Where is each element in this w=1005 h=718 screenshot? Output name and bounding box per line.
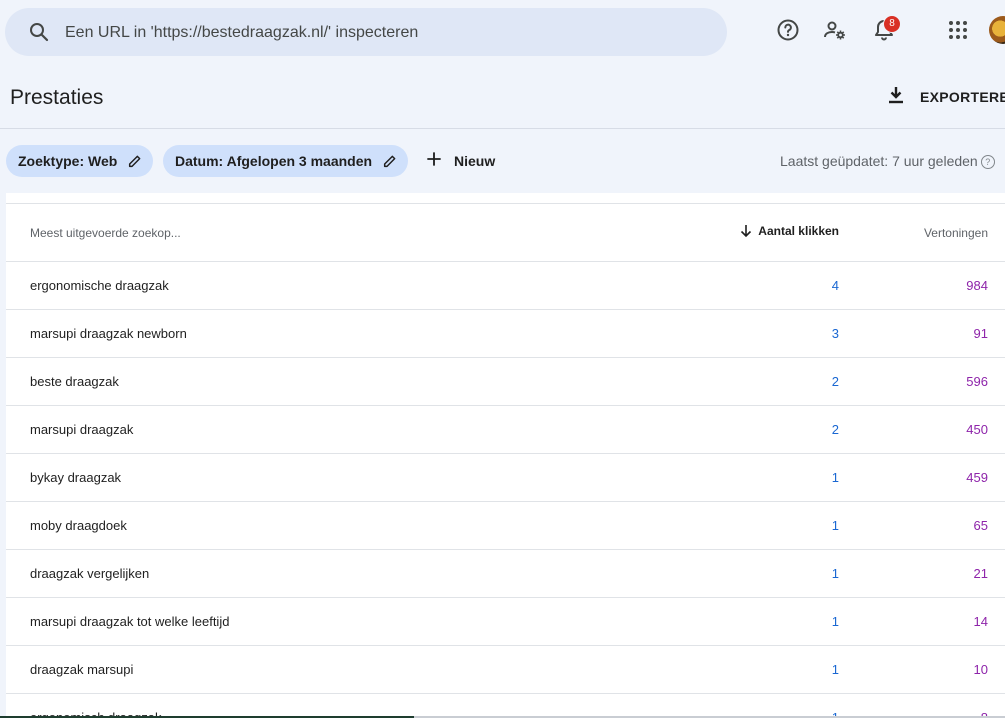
search-icon xyxy=(27,20,51,49)
filter-chip-search-type[interactable]: Zoektype: Web xyxy=(6,145,154,177)
table-row[interactable]: bykay draagzak 1 459 xyxy=(6,454,1005,502)
column-header-query[interactable]: Meest uitgevoerde zoekop... xyxy=(30,226,181,240)
impressions-cell: 14 xyxy=(973,614,988,629)
query-cell: moby draagdoek xyxy=(30,518,127,533)
table-row[interactable]: draagzak marsupi 1 10 xyxy=(6,646,1005,694)
query-cell: bykay draagzak xyxy=(30,470,122,485)
plus-icon xyxy=(424,149,444,174)
table-row[interactable]: draagzak vergelijken 1 21 xyxy=(6,550,1005,598)
table-row[interactable]: moby draagdoek 1 65 xyxy=(6,502,1005,550)
chip-label: Datum: Afgelopen 3 maanden xyxy=(175,153,373,169)
query-cell: ergonomische draagzak xyxy=(30,278,169,293)
new-filter-button[interactable]: Nieuw xyxy=(424,149,495,173)
new-filter-label: Nieuw xyxy=(454,153,496,169)
query-cell: draagzak vergelijken xyxy=(30,566,150,581)
edit-pencil-icon[interactable] xyxy=(127,153,143,169)
table-row[interactable]: beste draagzak 2 596 xyxy=(6,358,1005,406)
table-row[interactable]: marsupi draagzak newborn 3 91 xyxy=(6,310,1005,358)
header-divider xyxy=(0,128,1005,129)
impressions-cell: 984 xyxy=(966,278,988,293)
clicks-cell: 1 xyxy=(831,614,839,629)
table-row[interactable]: marsupi draagzak 2 450 xyxy=(6,406,1005,454)
impressions-cell: 10 xyxy=(973,662,988,677)
help-circle-icon[interactable]: ? xyxy=(980,155,995,170)
query-cell: marsupi draagzak tot welke leeftijd xyxy=(30,614,230,629)
impressions-cell: 65 xyxy=(973,518,988,533)
impressions-cell: 596 xyxy=(966,374,988,389)
impressions-cell: 459 xyxy=(966,470,988,485)
account-avatar[interactable] xyxy=(989,16,1005,44)
table-row[interactable]: marsupi draagzak tot welke leeftijd 1 14 xyxy=(6,598,1005,646)
query-cell: draagzak marsupi xyxy=(30,662,134,677)
clicks-cell: 1 xyxy=(831,662,839,677)
query-cell: marsupi draagzak xyxy=(30,422,134,437)
last-updated: Laatst geüpdatet: 7 uur geleden? xyxy=(780,153,995,170)
last-updated-text: Laatst geüpdatet: 7 uur geleden xyxy=(780,153,978,169)
clicks-cell: 1 xyxy=(831,518,839,533)
clicks-cell: 3 xyxy=(831,326,839,341)
filter-chip-date[interactable]: Datum: Afgelopen 3 maanden xyxy=(163,145,409,177)
export-label: EXPORTEREN xyxy=(920,89,1005,105)
clicks-cell: 2 xyxy=(831,374,839,389)
column-header-impressions[interactable]: Vertoningen xyxy=(924,226,988,240)
search-input[interactable] xyxy=(63,20,707,46)
query-cell: beste draagzak xyxy=(30,374,119,389)
sort-descending-arrow-icon xyxy=(741,225,752,238)
download-icon xyxy=(884,83,908,112)
clicks-cell: 1 xyxy=(831,470,839,485)
impressions-cell: 21 xyxy=(973,566,988,581)
table-row[interactable]: ergonomisch draagzak 1 8 xyxy=(6,694,1005,718)
table-header: Meest uitgevoerde zoekop... Aantal klikk… xyxy=(6,204,1005,262)
column-header-clicks-label: Aantal klikken xyxy=(758,224,839,238)
search-bar[interactable] xyxy=(5,8,727,56)
query-cell: marsupi draagzak newborn xyxy=(30,326,187,341)
help-icon[interactable] xyxy=(776,18,800,42)
table-row[interactable]: ergonomische draagzak 4 984 xyxy=(6,262,1005,310)
column-header-clicks[interactable]: Aantal klikken xyxy=(740,224,839,238)
page-title: Prestaties xyxy=(10,86,104,109)
clicks-cell: 1 xyxy=(831,566,839,581)
export-button[interactable]: EXPORTEREN xyxy=(884,84,1005,110)
queries-table: Meest uitgevoerde zoekop... Aantal klikk… xyxy=(6,193,1005,718)
impressions-cell: 450 xyxy=(966,422,988,437)
clicks-cell: 2 xyxy=(831,422,839,437)
impressions-cell: 91 xyxy=(973,326,988,341)
clicks-cell: 4 xyxy=(831,278,839,293)
apps-grid-icon[interactable] xyxy=(946,18,970,42)
notification-count-badge: 8 xyxy=(883,15,901,33)
edit-pencil-icon[interactable] xyxy=(382,153,398,169)
manage-users-icon[interactable] xyxy=(823,18,847,42)
chip-label: Zoektype: Web xyxy=(18,153,118,169)
